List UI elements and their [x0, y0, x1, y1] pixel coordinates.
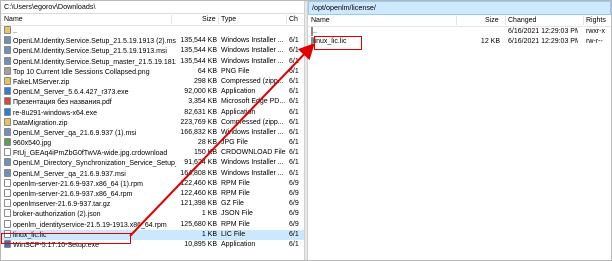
arrow-line	[129, 43, 315, 237]
drag-arrow	[129, 43, 315, 237]
